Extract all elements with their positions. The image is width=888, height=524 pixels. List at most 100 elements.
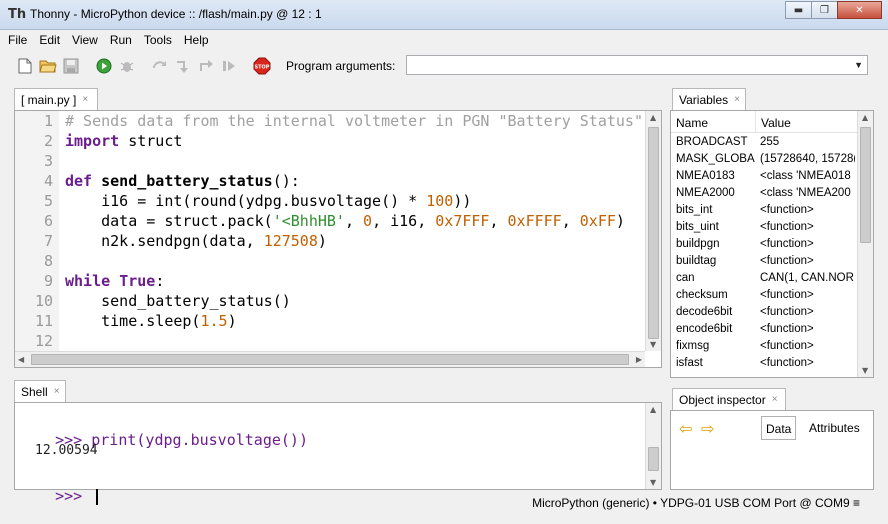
resume-icon[interactable] xyxy=(220,57,238,75)
variable-name: checksum xyxy=(676,289,728,301)
number-token: 127508 xyxy=(263,232,318,250)
variable-value: <function> xyxy=(760,340,814,352)
variable-name: buildtag xyxy=(676,255,717,267)
table-row[interactable]: can CAN(1, CAN.NOR xyxy=(671,272,857,289)
menu-edit[interactable]: Edit xyxy=(39,33,60,47)
line-number: 7 xyxy=(43,232,53,250)
table-row[interactable]: isfast <function> xyxy=(671,357,857,374)
scroll-down-icon[interactable]: ▼ xyxy=(650,478,656,487)
step-into-icon[interactable] xyxy=(174,57,192,75)
table-row[interactable]: bits_int <function> xyxy=(671,204,857,221)
back-arrow-icon[interactable]: ⇦ xyxy=(679,419,692,438)
variable-name: buildpgn xyxy=(676,238,720,250)
close-icon[interactable]: × xyxy=(734,93,740,110)
table-row[interactable]: fixmsg <function> xyxy=(671,340,857,357)
tab-label: Variables xyxy=(679,93,729,107)
tab-shell[interactable]: Shell × xyxy=(14,380,66,402)
table-row[interactable]: decode6bit <function> xyxy=(671,306,857,323)
line-number: 9 xyxy=(43,272,53,290)
code-line: time.sleep(1.5) xyxy=(65,312,237,330)
variables-panel: Name Value BROADCAST 255 MASK_GLOBA (15728… xyxy=(670,110,874,378)
menu-run[interactable]: Run xyxy=(110,33,132,47)
line-number: 3 xyxy=(43,152,53,170)
program-arguments-input[interactable]: ▼ xyxy=(406,55,868,75)
scroll-up-icon[interactable]: ▲ xyxy=(862,113,868,122)
menu-file[interactable]: File xyxy=(8,33,27,47)
scroll-down-icon[interactable]: ▼ xyxy=(650,340,656,349)
scroll-up-icon[interactable]: ▲ xyxy=(650,113,656,122)
forward-arrow-icon[interactable]: ⇨ xyxy=(701,419,714,438)
scrollbar-thumb[interactable] xyxy=(648,127,659,339)
close-button[interactable]: ✕ xyxy=(837,1,882,19)
close-icon[interactable]: × xyxy=(54,385,60,402)
line-number: 6 xyxy=(43,212,53,230)
tab-data[interactable]: Data xyxy=(761,416,797,440)
code-editor[interactable]: 1 2 3 4 5 6 7 8 9 10 11 12 # Sends data … xyxy=(14,110,662,368)
new-file-icon[interactable] xyxy=(16,57,34,75)
variable-value: CAN(1, CAN.NOR xyxy=(760,272,854,284)
close-icon[interactable]: × xyxy=(82,93,88,110)
table-row[interactable]: NMEA2000 <class 'NMEA200 xyxy=(671,187,857,204)
tab-main-py[interactable]: [ main.py ] × xyxy=(14,88,98,110)
chevron-down-icon[interactable]: ▼ xyxy=(854,60,863,70)
menu-tools[interactable]: Tools xyxy=(144,33,172,47)
table-row[interactable]: bits_uint <function> xyxy=(671,221,857,238)
column-header-value[interactable]: Value xyxy=(755,111,855,132)
code-line: while True: xyxy=(65,272,165,290)
comment-token: # Sends data from the internal voltmeter… xyxy=(65,112,643,130)
keyword-token: while xyxy=(65,272,111,290)
tab-attributes[interactable]: Attributes xyxy=(805,416,864,440)
object-inspector-panel: ⇦ ⇨ Data Attributes xyxy=(670,410,874,490)
keyword-token: True xyxy=(119,272,156,290)
step-over-icon[interactable] xyxy=(151,57,169,75)
program-arguments-label: Program arguments: xyxy=(286,59,396,73)
menu-bar: File Edit View Run Tools Help xyxy=(0,30,888,50)
run-icon[interactable] xyxy=(95,57,113,75)
number-token: 0xFF xyxy=(579,212,616,230)
window-title: Thonny - MicroPython device :: /flash/ma… xyxy=(30,7,322,21)
debug-icon[interactable] xyxy=(118,57,136,75)
line-number: 12 xyxy=(34,332,53,350)
tab-object-inspector[interactable]: Object inspector × xyxy=(672,388,786,410)
line-number: 4 xyxy=(43,172,53,190)
close-icon[interactable]: × xyxy=(772,393,778,410)
scroll-left-icon[interactable]: ◀ xyxy=(18,355,24,364)
tab-label: [ main.py ] xyxy=(21,93,77,107)
minimize-button[interactable]: ▬ xyxy=(785,1,812,19)
scrollbar-thumb[interactable] xyxy=(31,354,629,365)
scrollbar-thumb[interactable] xyxy=(648,447,659,471)
step-out-icon[interactable] xyxy=(197,57,215,75)
table-row[interactable]: BROADCAST 255 xyxy=(671,136,857,153)
tab-variables[interactable]: Variables × xyxy=(672,88,746,110)
table-row[interactable]: encode6bit <function> xyxy=(671,323,857,340)
editor-horizontal-scrollbar[interactable]: ◀ ▶ xyxy=(15,351,645,367)
window-controls: ▬ ❐ ✕ xyxy=(785,1,882,19)
scrollbar-thumb[interactable] xyxy=(860,127,871,243)
shell-console[interactable]: >>> print(ydpg.busvoltage()) 12.00594 >>… xyxy=(14,402,662,505)
table-row[interactable]: buildpgn <function> xyxy=(671,238,857,255)
shell-input-line: >>> print(ydpg.busvoltage()) xyxy=(19,413,308,467)
toolbar: STOP Program arguments: ▼ xyxy=(0,52,888,80)
scroll-up-icon[interactable]: ▲ xyxy=(650,405,656,414)
interpreter-status[interactable]: MicroPython (generic) • YDPG-01 USB COM … xyxy=(532,496,860,510)
menu-help[interactable]: Help xyxy=(184,33,209,47)
open-file-icon[interactable] xyxy=(39,57,57,75)
menu-view[interactable]: View xyxy=(72,33,98,47)
maximize-button[interactable]: ❐ xyxy=(811,1,838,19)
scroll-down-icon[interactable]: ▼ xyxy=(862,366,868,375)
stop-icon[interactable]: STOP xyxy=(253,57,271,75)
editor-vertical-scrollbar[interactable]: ▲ ▼ xyxy=(645,111,661,351)
table-row[interactable]: MASK_GLOBA (15728640, 15728( xyxy=(671,153,857,170)
column-header-name[interactable]: Name xyxy=(671,111,755,132)
variable-name: decode6bit xyxy=(676,306,733,318)
status-bar: MicroPython (generic) • YDPG-01 USB COM … xyxy=(0,492,888,514)
variables-vertical-scrollbar[interactable]: ▲ ▼ xyxy=(857,111,873,377)
code-area[interactable]: # Sends data from the internal voltmeter… xyxy=(65,111,647,351)
table-row[interactable]: NMEA0183 <class 'NMEA018 xyxy=(671,170,857,187)
scroll-right-icon[interactable]: ▶ xyxy=(636,355,642,364)
shell-vertical-scrollbar[interactable]: ▲ ▼ xyxy=(645,403,661,489)
table-row[interactable]: checksum <function> xyxy=(671,289,857,306)
table-row[interactable]: buildtag <function> xyxy=(671,255,857,272)
save-icon[interactable] xyxy=(62,57,80,75)
svg-text:STOP: STOP xyxy=(255,65,270,71)
